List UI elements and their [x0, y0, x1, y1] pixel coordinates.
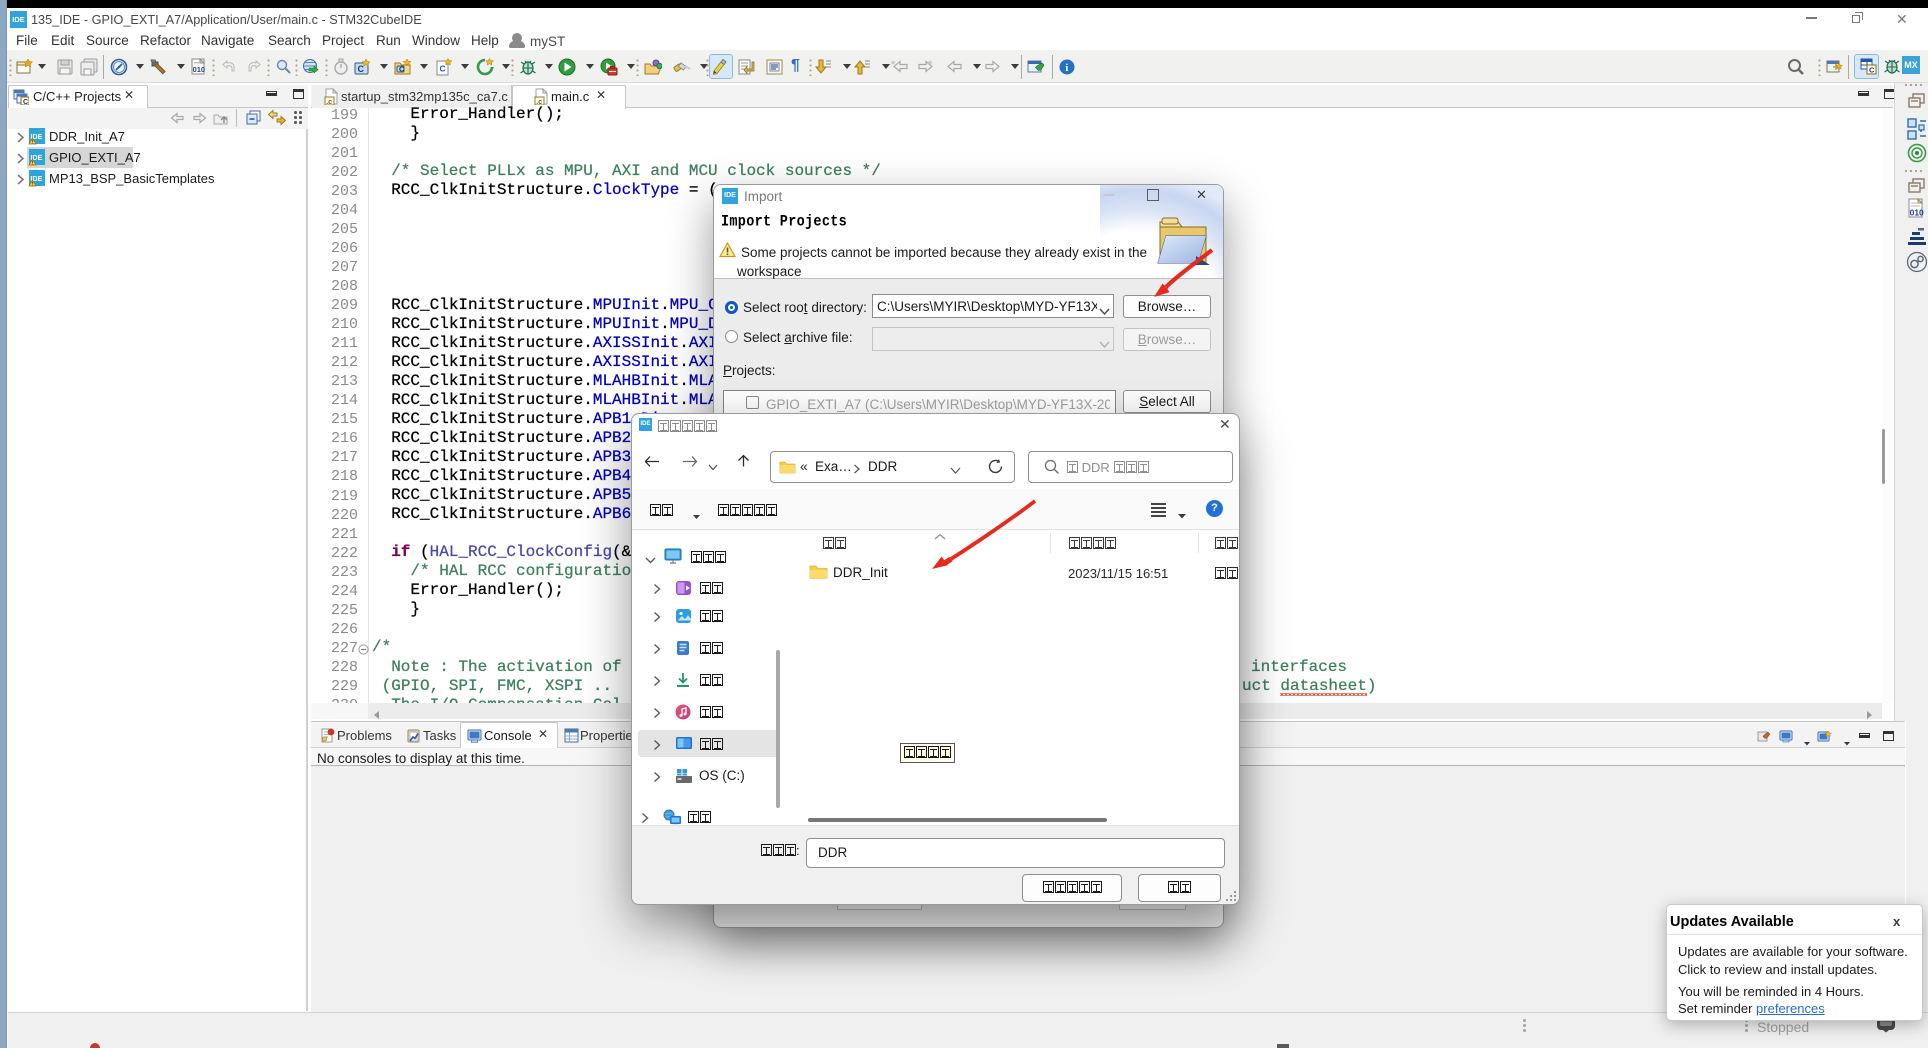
- svg-text:C: C: [1869, 66, 1875, 75]
- svg-text:C: C: [440, 64, 446, 74]
- svg-text:C: C: [399, 65, 405, 74]
- svg-text:C: C: [23, 99, 28, 105]
- svg-text:010: 010: [193, 65, 206, 74]
- svg-text:010: 010: [1910, 208, 1924, 218]
- svg-text:!: !: [32, 140, 34, 146]
- svg-text:i: i: [1065, 62, 1068, 74]
- svg-text:!: !: [32, 161, 34, 167]
- svg-text:!: !: [32, 182, 34, 188]
- svg-text:.c: .c: [326, 99, 332, 105]
- svg-text:C: C: [358, 64, 365, 74]
